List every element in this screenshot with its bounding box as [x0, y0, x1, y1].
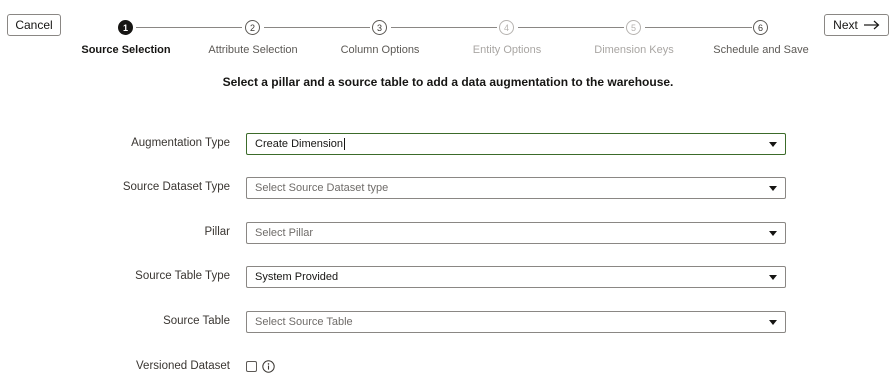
- train-step-6-circle[interactable]: 6: [753, 20, 768, 35]
- train-step-4-label: Entity Options: [472, 44, 542, 56]
- train-step-3-circle[interactable]: 3: [372, 20, 387, 35]
- pillar-row: Pillar Select Pillar: [0, 222, 891, 244]
- source-table-row: Source Table Select Source Table: [0, 311, 891, 333]
- train-step-1-label[interactable]: Source Selection: [81, 44, 170, 56]
- augmentation-type-row: Augmentation Type Create Dimension: [0, 133, 891, 155]
- source-dataset-type-placeholder: Select Source Dataset type: [255, 182, 389, 194]
- source-dataset-type-row: Source Dataset Type Select Source Datase…: [0, 177, 891, 199]
- source-table-label: Source Table: [163, 315, 230, 327]
- train-step-1-circle[interactable]: 1: [118, 20, 133, 35]
- train-step-3-label[interactable]: Column Options: [341, 44, 420, 56]
- wizard-train: 1 2 3 4 5 6 Source Selection Attribute S…: [0, 0, 891, 70]
- augmentation-type-select[interactable]: Create Dimension: [246, 133, 786, 155]
- page-instruction: Select a pillar and a source table to ad…: [222, 75, 674, 89]
- versioned-dataset-label: Versioned Dataset: [136, 360, 230, 372]
- train-step-5-circle: 5: [626, 20, 641, 35]
- pillar-placeholder: Select Pillar: [255, 227, 314, 239]
- train-connector: [136, 27, 242, 28]
- train-connector: [518, 27, 624, 28]
- chevron-down-icon[interactable]: [769, 186, 777, 191]
- source-table-placeholder: Select Source Table: [255, 316, 353, 328]
- train-step-6-label[interactable]: Schedule and Save: [713, 44, 808, 56]
- chevron-down-icon[interactable]: [769, 142, 777, 147]
- source-dataset-type-label: Source Dataset Type: [122, 181, 230, 193]
- augmentation-type-label: Augmentation Type: [131, 137, 230, 149]
- chevron-down-icon[interactable]: [769, 320, 777, 325]
- source-table-type-select[interactable]: System Provided: [246, 266, 786, 288]
- chevron-down-icon[interactable]: [769, 275, 777, 280]
- source-dataset-type-select[interactable]: Select Source Dataset type: [246, 177, 786, 199]
- train-connector: [645, 27, 752, 28]
- source-table-type-value: System Provided: [255, 271, 339, 283]
- versioned-dataset-checkbox[interactable]: [246, 361, 257, 372]
- chevron-down-icon[interactable]: [769, 231, 777, 236]
- versioned-dataset-row: Versioned Dataset: [0, 356, 891, 375]
- text-cursor: [344, 138, 346, 150]
- pillar-label: Pillar: [204, 226, 230, 238]
- train-step-2-label[interactable]: Attribute Selection: [208, 44, 297, 56]
- train-connector: [264, 27, 370, 28]
- source-table-type-row: Source Table Type System Provided: [0, 266, 891, 288]
- train-step-5-label: Dimension Keys: [594, 44, 674, 56]
- augmentation-type-value: Create Dimension: [255, 138, 344, 150]
- train-connector: [391, 27, 497, 28]
- info-icon[interactable]: [262, 360, 275, 373]
- source-table-type-label: Source Table Type: [135, 270, 230, 282]
- pillar-select[interactable]: Select Pillar: [246, 222, 786, 244]
- train-step-2-circle[interactable]: 2: [245, 20, 260, 35]
- train-step-4-circle: 4: [499, 20, 514, 35]
- source-table-select[interactable]: Select Source Table: [246, 311, 786, 333]
